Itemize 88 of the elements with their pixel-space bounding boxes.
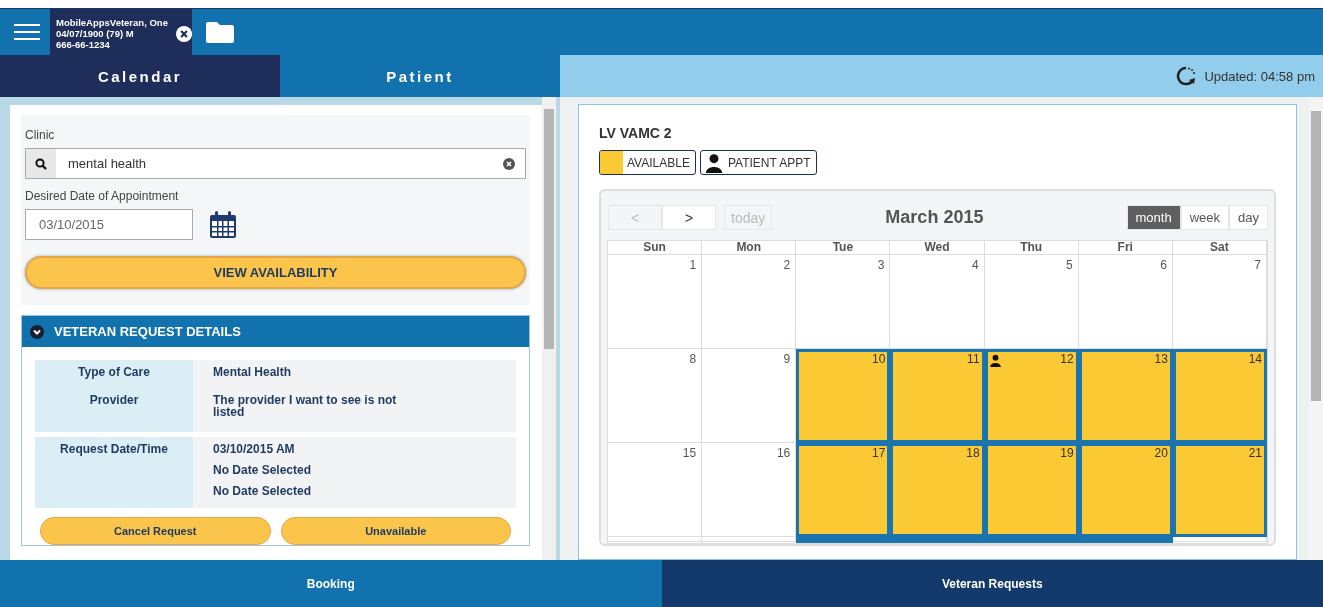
patient-ssn: 666-66-1234 xyxy=(56,39,111,50)
day-number: 11 xyxy=(967,352,980,366)
day-number: 18 xyxy=(966,446,980,460)
day-number: 3 xyxy=(877,258,885,272)
day-number: 8 xyxy=(689,352,697,366)
view-availability-button[interactable]: VIEW AVAILABILITY xyxy=(25,256,526,289)
view-toggle[interactable]: month xyxy=(1126,205,1181,230)
day-number: 4 xyxy=(971,258,979,272)
bottom-tab[interactable]: Booking xyxy=(0,560,662,607)
day-number: 16 xyxy=(776,446,791,460)
day-cell[interactable] xyxy=(796,537,891,543)
bottom-tab[interactable]: Veteran Requests xyxy=(661,560,1323,607)
section-title: VETERAN REQUEST DETAILS xyxy=(54,324,241,339)
available-swatch xyxy=(600,151,623,174)
field-label: Desired Date of Appointment xyxy=(25,189,180,203)
clinic-title: LV VAMC 2 xyxy=(599,125,673,141)
patient-name: MobileAppsVeteran, One xyxy=(56,17,168,28)
day-number: 19 xyxy=(1060,446,1074,460)
day-cell[interactable]: 20 xyxy=(1078,443,1173,537)
day-number: 2 xyxy=(783,258,791,272)
day-cell[interactable]: 10 xyxy=(796,349,891,443)
detail-value: No Date Selected xyxy=(213,485,313,497)
weekday-header: Fri xyxy=(1078,241,1173,255)
day-cell[interactable]: 8 xyxy=(608,349,703,443)
request-action-button[interactable]: Unavailable xyxy=(280,517,511,545)
day-number: 14 xyxy=(1248,352,1262,366)
day-cell[interactable]: 14 xyxy=(1172,349,1267,443)
weekday-header: Thu xyxy=(984,241,1079,255)
detail-value: The provider I want to see is not listed xyxy=(213,394,398,418)
day-number: 12 xyxy=(1060,352,1074,366)
date-field[interactable]: 03/10/2015 xyxy=(25,209,193,240)
detail-value: Mental Health xyxy=(213,366,292,378)
clear-icon[interactable] xyxy=(503,157,515,170)
day-number: 1 xyxy=(689,258,697,272)
clinic-search-field[interactable]: mental health xyxy=(25,148,526,179)
weekday-header: Sun xyxy=(608,241,703,255)
scrollbar-thumb[interactable] xyxy=(544,109,554,349)
weekday-header: Wed xyxy=(890,241,985,255)
day-number: 17 xyxy=(872,446,886,460)
view-toggle[interactable]: day xyxy=(1229,205,1268,230)
day-number: 6 xyxy=(1160,258,1167,272)
day-number: 13 xyxy=(1154,352,1168,366)
menu-icon[interactable] xyxy=(14,22,40,42)
day-cell[interactable] xyxy=(1078,537,1173,543)
detail-value: 03/10/2015 AM xyxy=(213,443,296,455)
calendar-title: March 2015 xyxy=(884,207,985,228)
day-cell[interactable]: 12 xyxy=(984,349,1079,443)
section-header[interactable]: VETERAN REQUEST DETAILS xyxy=(22,316,529,347)
day-cell[interactable]: 15 xyxy=(608,443,703,537)
legend-item: AVAILABLE xyxy=(599,150,696,175)
clinic-input[interactable]: mental health xyxy=(56,155,503,172)
weekday-header: Mon xyxy=(702,241,797,255)
search-icon xyxy=(35,157,47,170)
detail-value: No Date Selected xyxy=(213,464,313,476)
day-cell[interactable]: 19 xyxy=(984,443,1079,537)
detail-label: Type of Care xyxy=(77,366,151,381)
day-cell[interactable]: 1 xyxy=(608,255,703,349)
person-icon xyxy=(703,152,724,173)
day-number: 20 xyxy=(1154,446,1168,460)
day-cell[interactable]: 21 xyxy=(1172,443,1267,537)
scrollbar-thumb[interactable] xyxy=(1311,111,1321,401)
folder-icon[interactable] xyxy=(206,21,234,43)
updated-time: Updated: 04:58 pm xyxy=(1204,68,1315,84)
day-cell[interactable]: 18 xyxy=(890,443,985,537)
calendar-nav-button[interactable]: > xyxy=(662,205,716,230)
field-label: Clinic xyxy=(25,128,56,142)
day-number: 21 xyxy=(1248,446,1262,460)
day-cell[interactable]: 2 xyxy=(702,255,797,349)
day-cell[interactable]: 17 xyxy=(796,443,891,537)
day-number: 9 xyxy=(783,352,791,366)
view-toggle[interactable]: week xyxy=(1180,205,1230,230)
detail-label: Request Date/Time xyxy=(59,443,169,458)
patient-dob: 04/07/1900 (79) M xyxy=(56,28,135,39)
calendar-icon[interactable] xyxy=(209,210,237,239)
tab[interactable]: Patient xyxy=(280,55,560,97)
day-cell[interactable]: 13 xyxy=(1078,349,1173,443)
tab[interactable]: Calendar xyxy=(0,55,280,97)
chevron-icon xyxy=(30,324,44,339)
day-number: 5 xyxy=(1066,258,1073,272)
day-number: 7 xyxy=(1254,258,1261,272)
day-number: 15 xyxy=(682,446,697,460)
detail-label: Provider xyxy=(88,394,140,409)
day-number: 10 xyxy=(872,352,886,366)
weekday-header: Sat xyxy=(1172,241,1267,255)
request-action-button[interactable]: Cancel Request xyxy=(40,517,271,545)
weekday-header: Tue xyxy=(796,241,891,255)
day-cell[interactable]: 11 xyxy=(890,349,985,443)
legend-item: PATIENT APPT xyxy=(699,150,817,175)
